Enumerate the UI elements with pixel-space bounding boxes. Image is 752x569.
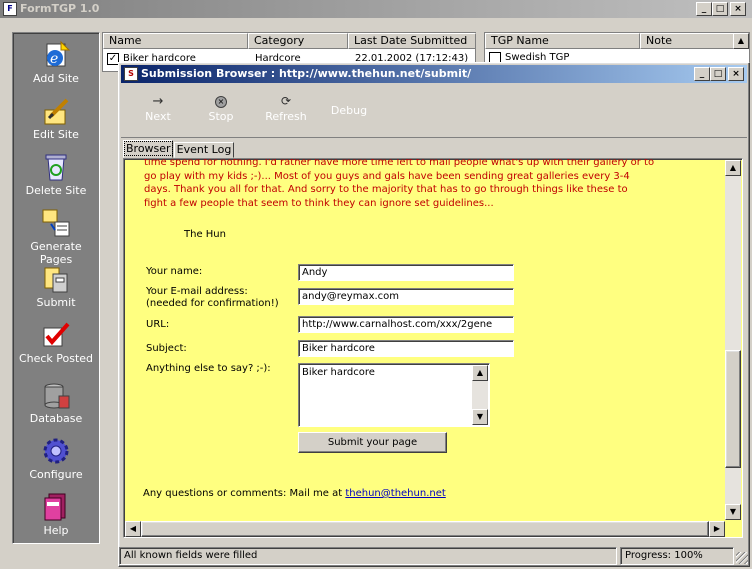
sidebar-item-check-posted[interactable]: Check Posted <box>14 318 98 374</box>
edit-site-icon <box>41 96 71 126</box>
signature: The Hun <box>184 229 226 240</box>
sidebar-item-submit[interactable]: Submit <box>14 262 98 318</box>
database-icon <box>41 380 71 410</box>
refresh-icon: ⟳ <box>280 94 292 108</box>
email-label: Your E-mail address: <box>146 286 248 297</box>
main-close-button[interactable]: × <box>730 2 746 16</box>
scroll-left-button[interactable]: ◀ <box>125 521 141 537</box>
dialog-maximize-button[interactable]: □ <box>710 67 726 81</box>
sidebar-item-label: Help <box>43 524 69 537</box>
next-button[interactable]: → Next <box>138 94 178 130</box>
recycle-bin-icon <box>41 152 71 182</box>
gear-icon <box>41 436 71 466</box>
browser-horizontal-scrollbar[interactable]: ◀ ▶ <box>125 521 725 537</box>
browser-vertical-scrollbar[interactable]: ▲ ▼ <box>725 160 741 520</box>
svg-text:e: e <box>50 51 58 67</box>
scroll-up-button[interactable]: ▲ <box>725 160 741 176</box>
sidebar-item-label: Check Posted <box>18 352 94 365</box>
dialog-icon: S <box>124 67 138 81</box>
dialog-title: Submission Browser : http://www.thehun.n… <box>141 67 472 80</box>
main-minimize-button[interactable]: _ <box>696 2 712 16</box>
sidebar-item-edit-site[interactable]: Edit Site <box>14 94 98 150</box>
help-book-icon <box>41 492 71 522</box>
progress-indicator: Progress: 100% <box>620 547 734 565</box>
contact-text: Any questions or comments: Mail me at <box>143 488 343 499</box>
sidebar-item-help[interactable]: Help <box>14 490 98 546</box>
column-header-tgp-name[interactable]: TGP Name <box>485 33 640 49</box>
status-message: All known fields were filled <box>119 547 617 565</box>
dialog-close-button[interactable]: × <box>728 67 744 81</box>
arrow-right-icon: → <box>152 94 164 109</box>
sidebar-item-configure[interactable]: Configure <box>14 434 98 490</box>
textarea-scrollbar[interactable]: ▲ ▼ <box>472 365 488 425</box>
sidebar-item-label: Add Site <box>33 72 79 85</box>
scroll-up-button[interactable]: ▲ <box>472 365 488 381</box>
column-header-last-date[interactable]: Last Date Submitted <box>348 33 476 49</box>
tab-browser[interactable]: Browser <box>123 140 173 158</box>
app-icon: F <box>3 2 17 16</box>
scroll-right-button[interactable]: ▶ <box>709 521 725 537</box>
sidebar-item-delete-site[interactable]: Delete Site <box>14 150 98 206</box>
add-site-icon: e <box>41 40 71 70</box>
contact-line: Any questions or comments: Mail me at th… <box>143 488 446 499</box>
subject-field[interactable]: Biker hardcore <box>298 340 514 357</box>
sidebar-item-label: Delete Site <box>25 184 87 197</box>
url-field[interactable]: http://www.carnalhost.com/xxx/2gene <box>298 316 514 333</box>
scroll-thumb[interactable] <box>141 521 709 537</box>
name-label: Your name: <box>146 266 203 277</box>
intro-text: time spend for nothing. I'd rather have … <box>144 158 655 209</box>
stop-button[interactable]: × Stop <box>200 94 242 130</box>
scroll-thumb[interactable] <box>725 350 741 468</box>
comments-label: Anything else to say? ;-): <box>146 363 271 374</box>
sidebar-item-label: Submit <box>36 296 76 309</box>
column-header-note[interactable]: Note <box>640 33 734 49</box>
resize-grip-icon[interactable] <box>736 552 748 564</box>
email-label-note: (needed for confirmation!) <box>146 298 279 309</box>
generate-pages-icon <box>41 208 71 238</box>
scroll-down-button[interactable]: ▼ <box>472 409 488 425</box>
main-title-bar: F FormTGP 1.0 <box>0 0 752 18</box>
stop-icon: × <box>200 94 242 110</box>
sidebar-item-database[interactable]: Database <box>14 378 98 434</box>
subject-label: Subject: <box>146 343 187 354</box>
dialog-title-bar: S Submission Browser : http://www.thehun… <box>121 65 747 83</box>
submit-icon <box>41 264 71 294</box>
sidebar-item-label: Edit Site <box>33 128 79 141</box>
dialog-minimize-button[interactable]: _ <box>694 67 710 81</box>
column-header-name[interactable]: Name <box>103 33 248 49</box>
submit-page-button[interactable]: Submit your page <box>298 432 447 453</box>
sidebar-item-label: Database <box>29 412 83 425</box>
main-maximize-button[interactable]: □ <box>712 2 728 16</box>
refresh-button[interactable]: ⟳ Refresh <box>262 94 310 130</box>
sidebar-item-label: Configure <box>29 468 83 481</box>
main-window-title: FormTGP 1.0 <box>20 2 100 15</box>
tab-event-log[interactable]: Event Log <box>174 142 234 158</box>
email-field[interactable]: andy@reymax.com <box>298 288 514 305</box>
url-label: URL: <box>146 319 170 330</box>
debug-button[interactable]: Debug <box>328 104 370 122</box>
comments-textarea[interactable]: Biker hardcore ▲ ▼ <box>298 363 490 427</box>
column-header-category[interactable]: Category <box>248 33 348 49</box>
name-field[interactable]: Andy <box>298 264 514 281</box>
scroll-up-button[interactable]: ▲ <box>733 33 749 49</box>
sidebar-item-generate-pages[interactable]: Generate Pages <box>14 206 98 266</box>
sidebar-item-add-site[interactable]: e Add Site <box>14 38 98 94</box>
contact-email-link[interactable]: thehun@thehun.net <box>345 488 445 499</box>
scroll-down-button[interactable]: ▼ <box>725 504 741 520</box>
check-posted-icon <box>41 320 71 350</box>
